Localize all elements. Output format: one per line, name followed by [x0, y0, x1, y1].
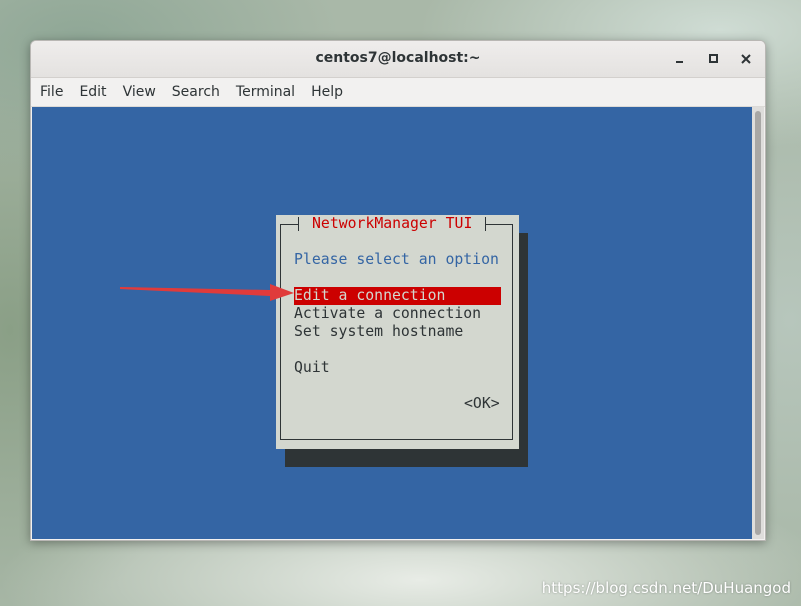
- watermark: https://blog.csdn.net/DuHuangod: [541, 579, 791, 597]
- annotation-arrow-icon: [120, 284, 294, 301]
